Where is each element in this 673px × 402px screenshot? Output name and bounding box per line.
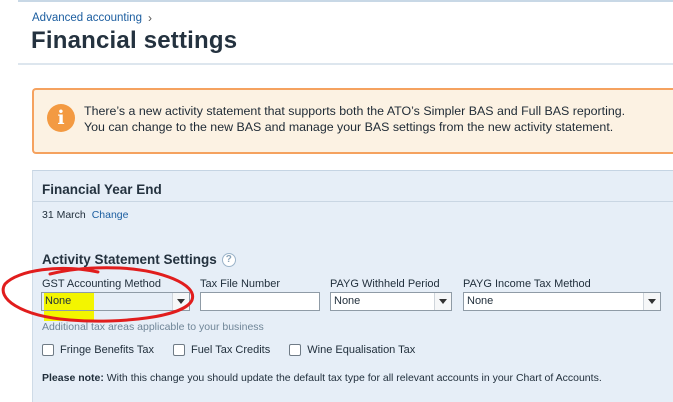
- chevron-down-icon[interactable]: [434, 293, 451, 310]
- chevron-down-icon[interactable]: [643, 293, 660, 310]
- additional-tax-hint: Additional tax areas applicable to your …: [42, 321, 264, 333]
- payg-withheld-value: None: [334, 295, 361, 307]
- please-note-prefix: Please note:: [42, 372, 104, 384]
- financial-year-end-heading: Financial Year End: [42, 182, 162, 197]
- info-notice: i There’s a new activity statement that …: [32, 88, 673, 154]
- payg-withheld-label: PAYG Withheld Period: [330, 278, 440, 290]
- breadcrumb-link-advanced-accounting[interactable]: Advanced accounting: [32, 12, 142, 24]
- wet-checkbox-option[interactable]: Wine Equalisation Tax: [289, 344, 415, 356]
- payg-income-value: None: [467, 295, 494, 307]
- payg-withheld-select[interactable]: None: [330, 292, 452, 311]
- panel-divider: [33, 201, 673, 202]
- gst-method-select[interactable]: None: [41, 292, 190, 311]
- notice-line-1: There’s a new activity statement that su…: [84, 104, 626, 118]
- please-note-text: With this change you should update the d…: [103, 372, 602, 384]
- fuel-label: Fuel Tax Credits: [190, 344, 271, 356]
- notice-text: There’s a new activity statement that su…: [84, 103, 673, 135]
- tfn-label: Tax File Number: [200, 278, 281, 290]
- breadcrumb: Advanced accounting ›: [32, 11, 152, 25]
- gst-method-value: None: [45, 295, 72, 307]
- page-title: Financial settings: [31, 27, 238, 54]
- please-note: Please note: With this change you should…: [42, 372, 602, 384]
- payg-income-label: PAYG Income Tax Method: [463, 278, 591, 290]
- wet-label: Wine Equalisation Tax: [307, 344, 416, 356]
- info-icon: i: [47, 104, 75, 132]
- title-divider: [18, 63, 673, 65]
- change-year-end-link[interactable]: Change: [92, 209, 129, 221]
- question-mark-icon[interactable]: ?: [221, 252, 236, 267]
- fbt-checkbox-option[interactable]: Fringe Benefits Tax: [42, 344, 154, 356]
- tfn-input[interactable]: [200, 292, 320, 311]
- chevron-down-icon[interactable]: [172, 293, 189, 310]
- breadcrumb-separator: ›: [147, 11, 152, 25]
- financial-year-end-value: 31 March Change: [42, 209, 128, 221]
- fbt-checkbox[interactable]: [42, 344, 54, 356]
- tax-area-checkboxes: Fringe Benefits Tax Fuel Tax Credits Win…: [42, 344, 434, 356]
- wet-checkbox[interactable]: [289, 344, 302, 356]
- gst-method-label: GST Accounting Method: [42, 278, 162, 290]
- top-border: [18, 0, 673, 2]
- settings-panel: Financial Year End 31 March Change Activ…: [32, 170, 673, 402]
- fuel-checkbox-option[interactable]: Fuel Tax Credits: [172, 344, 271, 356]
- activity-statement-heading-text: Activity Statement Settings: [42, 252, 217, 267]
- activity-statement-heading: Activity Statement Settings ?: [42, 252, 236, 267]
- fuel-checkbox[interactable]: [172, 344, 185, 356]
- notice-line-2: You can change to the new BAS and manage…: [84, 120, 614, 134]
- financial-year-end-date: 31 March: [42, 209, 86, 221]
- fbt-label: Fringe Benefits Tax: [60, 344, 154, 356]
- payg-income-select[interactable]: None: [463, 292, 661, 311]
